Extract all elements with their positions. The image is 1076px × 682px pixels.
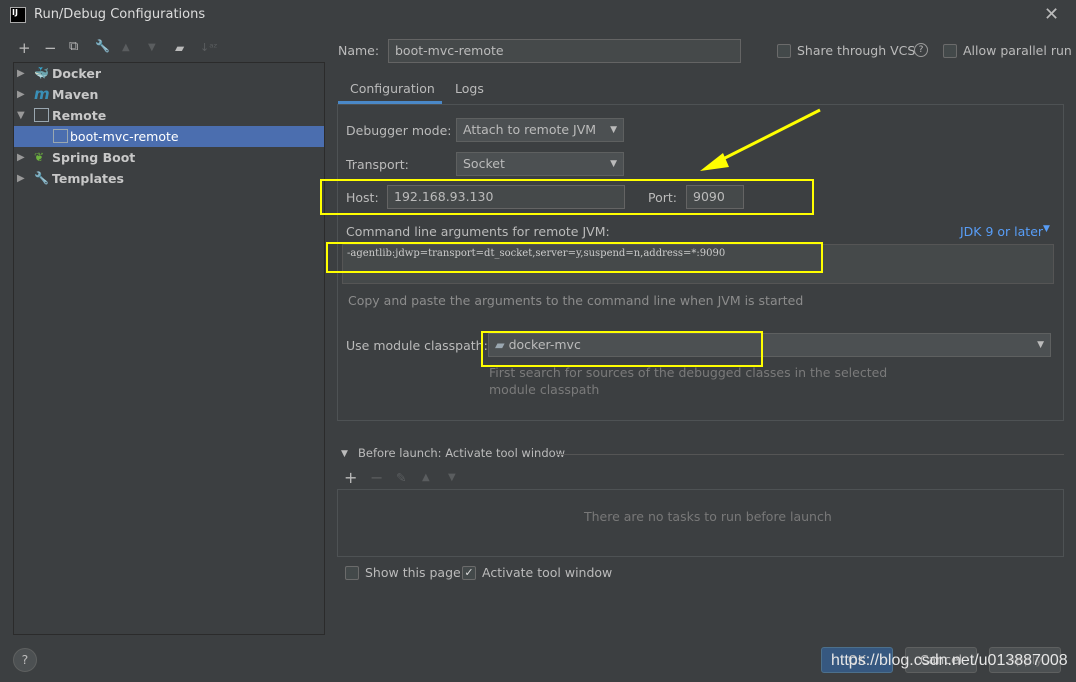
expand-arrow-icon[interactable]: ▶ [17,168,25,189]
allow-parallel-checkbox[interactable] [943,44,957,58]
tab-configuration[interactable]: Configuration [350,81,435,96]
tree-item-docker[interactable]: ▶ 🐳 Docker [14,63,324,84]
tree-item-templates[interactable]: ▶ 🔧 Templates [14,168,324,189]
spring-boot-icon: ❦ [34,150,45,164]
dropdown-arrow-icon: ▼ [1037,340,1044,350]
activate-tool-window-checkbox[interactable]: ✓ [462,566,476,580]
allow-parallel-label: Allow parallel run [963,43,1072,58]
highlight-box [326,242,823,273]
collapse-arrow-icon[interactable]: ▼ [341,449,348,459]
move-up-icon[interactable]: ▲ [422,472,430,483]
activate-tool-window-label: Activate tool window [482,565,613,580]
tree-item-maven[interactable]: ▶ m Maven [14,84,324,105]
highlight-box [320,179,814,215]
remove-task-icon[interactable]: − [370,468,383,487]
sort-icon[interactable]: ↓ᵃᶻ [200,41,218,54]
tree-item-remote[interactable]: ▼ Remote [14,105,324,126]
tasks-empty-text: There are no tasks to run before launch [584,509,832,524]
copy-icon[interactable]: ⧉ [69,39,78,54]
dropdown-arrow-icon: ▼ [610,125,617,135]
docker-icon: 🐳 [34,66,49,80]
wrench-icon: 🔧 [34,171,49,185]
expand-arrow-icon[interactable]: ▶ [17,147,25,168]
jdk-version-link[interactable]: JDK 9 or later [960,224,1043,239]
move-up-icon[interactable]: ▲ [122,42,130,53]
add-icon[interactable]: + [18,39,31,57]
cmd-hint: Copy and paste the arguments to the comm… [348,293,804,308]
name-input[interactable]: boot-mvc-remote [388,39,741,63]
debugger-mode-value: Attach to remote JVM [463,122,597,137]
edit-task-icon[interactable]: ✎ [396,470,406,485]
separator [555,454,1064,455]
cmd-label: Command line arguments for remote JVM: [346,224,610,239]
name-label: Name: [338,43,380,58]
collapse-arrow-icon[interactable]: ▼ [17,105,25,126]
help-icon[interactable]: ? [914,43,928,57]
classpath-label: Use module classpath: [346,338,488,353]
expand-arrow-icon[interactable]: ▶ [17,63,25,84]
dropdown-arrow-icon: ▼ [610,159,617,169]
transport-value: Socket [463,156,505,171]
transport-select[interactable]: Socket ▼ [456,152,624,176]
help-button[interactable]: ? [13,648,37,672]
highlight-box [481,331,763,367]
share-vcs-label: Share through VCS [797,43,916,58]
close-icon[interactable]: ✕ [1044,4,1059,25]
tree-item-boot-mvc-remote[interactable]: boot-mvc-remote [14,126,324,147]
watermark: https://blog.csdn.net/u013887008 [831,652,1068,669]
chevron-down-icon[interactable]: ▼ [1043,224,1050,234]
new-folder-icon[interactable]: ▰ [175,41,184,55]
tree-item-spring-boot[interactable]: ▶ ❦ Spring Boot [14,147,324,168]
remove-icon[interactable]: − [44,39,57,57]
expand-arrow-icon[interactable]: ▶ [17,84,25,105]
debugger-mode-label: Debugger mode: [346,123,452,138]
window-title: Run/Debug Configurations [34,7,206,22]
configuration-tree: ▶ 🐳 Docker ▶ m Maven ▼ Remote boot-mvc-remote… [13,62,325,635]
before-launch-title[interactable]: Before launch: Activate tool window [358,446,565,460]
remote-icon [34,108,49,122]
classpath-hint-2: module classpath [489,382,600,397]
maven-icon: m [34,85,50,103]
show-page-checkbox[interactable] [345,566,359,580]
move-down-icon[interactable]: ▼ [148,42,156,53]
wrench-icon[interactable]: 🔧 [95,39,110,53]
classpath-hint-1: First search for sources of the debugged… [489,365,888,380]
transport-label: Transport: [346,157,409,172]
share-vcs-checkbox[interactable] [777,44,791,58]
debugger-mode-select[interactable]: Attach to remote JVM ▼ [456,118,624,142]
move-down-icon[interactable]: ▼ [448,472,456,483]
remote-icon [53,129,68,143]
tab-logs[interactable]: Logs [455,81,484,96]
add-task-icon[interactable]: + [344,468,357,487]
show-page-label: Show this page [365,565,461,580]
intellij-logo-icon: IJ [10,7,26,23]
annotation-arrow-icon [700,108,821,171]
